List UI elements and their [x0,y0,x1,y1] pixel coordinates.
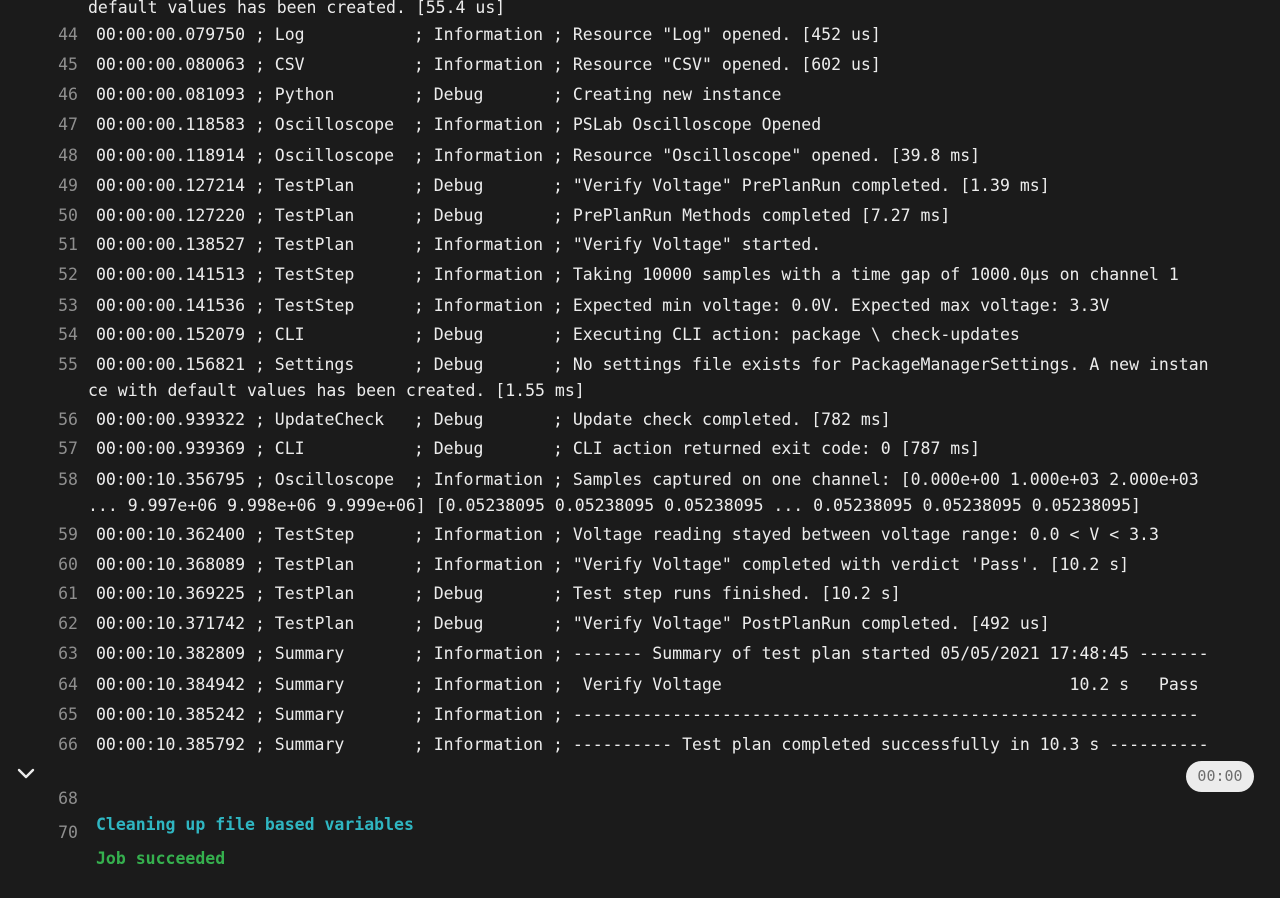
log-text: 00:00:10.382809 ; Summary ; Information … [96,644,1209,663]
log-text: 00:00:00.127214 ; TestPlan ; Debug ; "Ve… [96,176,1050,195]
line-number[interactable]: 51 [0,232,78,258]
line-number[interactable]: 58 [0,467,78,493]
line-number[interactable]: 46 [0,82,78,108]
line-number[interactable]: 61 [0,581,78,607]
log-text: 00:00:10.371742 ; TestPlan ; Debug ; "Ve… [96,614,1050,633]
line-number[interactable]: 47 [0,112,78,138]
line-number[interactable]: 57 [0,436,78,462]
log-text: 00:00:00.118914 ; Oscilloscope ; Informa… [96,146,981,165]
log-text: 00:00:00.141536 ; TestStep ; Information… [96,296,1110,315]
log-text: 00:00:10.369225 ; TestPlan ; Debug ; Tes… [96,584,901,603]
line-number[interactable]: 62 [0,611,78,637]
log-text: 00:00:00.939322 ; UpdateCheck ; Debug ; … [96,410,891,429]
line-number[interactable]: 53 [0,293,78,319]
log-text: 00:00:10.356795 ; Oscilloscope ; Informa… [96,470,1199,489]
line-number[interactable]: 59 [0,522,78,548]
log-text: 00:00:10.384942 ; Summary ; Information … [96,675,1199,694]
log-text: 00:00:00.118583 ; Oscilloscope ; Informa… [96,115,822,134]
log-text: 00:00:00.152079 ; CLI ; Debug ; Executin… [96,325,1020,344]
line-number[interactable]: 65 [0,702,78,728]
log-text: 00:00:00.156821 ; Settings ; Debug ; No … [96,355,1209,374]
log-text: 00:00:00.939369 ; CLI ; Debug ; CLI acti… [96,439,981,458]
log-line: 70 Job succeeded [0,794,1280,898]
section-duration-badge: 00:00 [1186,761,1254,792]
line-number[interactable]: 50 [0,203,78,229]
line-number[interactable]: 56 [0,407,78,433]
log-line-continuation: default values has been created. [55.4 u… [88,0,506,17]
line-number[interactable]: 64 [0,672,78,698]
log-text: 00:00:10.362400 ; TestStep ; Information… [96,525,1159,544]
log-line-continuation: ... 9.997e+06 9.998e+06 9.999e+06] [0.05… [88,496,1141,515]
log-text: 00:00:10.385242 ; Summary ; Information … [96,705,1199,724]
line-number[interactable]: 52 [0,262,78,288]
log-text: 00:00:10.385792 ; Summary ; Information … [96,735,1209,754]
line-number[interactable]: 48 [0,143,78,169]
line-number[interactable]: 60 [0,552,78,578]
line-number[interactable]: 63 [0,641,78,667]
log-text: 00:00:00.081093 ; Python ; Debug ; Creat… [96,85,782,104]
log-text: 00:00:00.080063 ; CSV ; Information ; Re… [96,55,881,74]
log-text: 00:00:10.368089 ; TestPlan ; Information… [96,555,1130,574]
log-text: 00:00:00.127220 ; TestPlan ; Debug ; Pre… [96,206,951,225]
log-text: 00:00:00.079750 ; Log ; Information ; Re… [96,25,881,44]
log-text: 00:00:00.141513 ; TestStep ; Information… [96,265,1179,284]
line-number[interactable]: 44 [0,22,78,48]
job-status: Job succeeded [96,849,226,868]
line-number[interactable]: 54 [0,322,78,348]
line-number[interactable]: 55 [0,352,78,378]
log-line-continuation: ce with default values has been created.… [88,381,585,400]
line-number[interactable]: 66 [0,732,78,758]
line-number[interactable]: 49 [0,173,78,199]
line-number[interactable]: 45 [0,52,78,78]
log-text: 00:00:00.138527 ; TestPlan ; Information… [96,235,822,254]
